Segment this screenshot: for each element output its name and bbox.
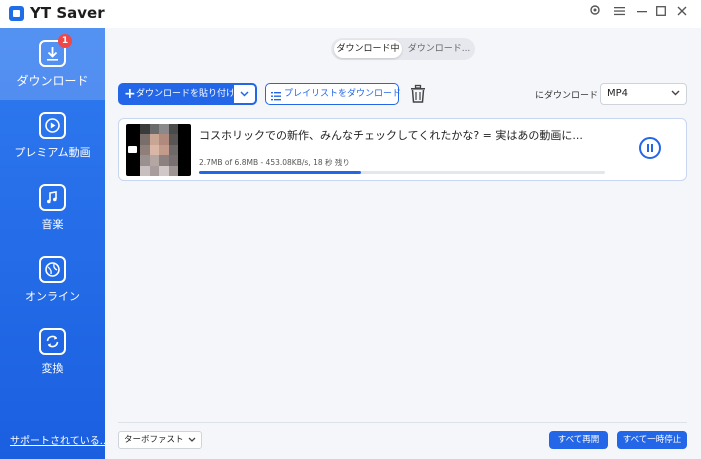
sidebar-item-label: 音楽	[41, 218, 64, 231]
sidebar-item-premium-video[interactable]: プレミアム動画	[0, 100, 105, 172]
chevron-down-icon	[671, 84, 680, 104]
video-thumbnail	[126, 124, 191, 176]
download-playlist-button[interactable]: プレイリストをダウンロード	[265, 83, 402, 105]
progress-fill	[199, 171, 362, 174]
download-to-label: にダウンロード	[535, 91, 599, 101]
title-bar: YT Saver	[0, 0, 701, 28]
chevron-down-icon[interactable]	[233, 84, 256, 104]
sidebar-item-download[interactable]: 1 ダウンロード	[0, 28, 105, 100]
supported-sites-link[interactable]: サポートされている...	[10, 432, 109, 447]
speed-mode-select[interactable]: ターボファスト	[118, 431, 202, 449]
maximize-icon[interactable]	[652, 4, 670, 22]
minimize-icon[interactable]	[633, 4, 651, 22]
paste-url-label[interactable]: ダウンロードを貼り付け	[118, 83, 235, 105]
globe-icon	[39, 256, 66, 283]
sidebar-item-label: ダウンロード	[16, 74, 89, 88]
progress-bar	[199, 171, 605, 174]
divider	[118, 422, 687, 423]
video-camera-icon	[128, 146, 137, 153]
sidebar-item-convert[interactable]: 変換	[0, 316, 105, 388]
app-logo-icon	[9, 6, 24, 21]
resume-all-button[interactable]: すべて再開	[549, 431, 608, 449]
sidebar-item-label: オンライン	[25, 290, 80, 303]
tab-downloading[interactable]: ダウンロード中	[334, 40, 402, 58]
paste-url-button[interactable]: ダウンロードを貼り付け	[118, 83, 257, 105]
download-tabs: ダウンロード中 ダウンロード...	[331, 38, 475, 60]
close-icon[interactable]	[673, 4, 691, 22]
sidebar-item-music[interactable]: 音楽	[0, 172, 105, 244]
main-panel: ダウンロード中 ダウンロード... ダウンロードを貼り付け プレイリストをダウン…	[105, 28, 701, 459]
sidebar-item-label: 変換	[41, 362, 64, 375]
trash-icon[interactable]	[409, 84, 427, 104]
play-icon	[39, 112, 66, 139]
sidebar-item-label: プレミアム動画	[14, 146, 91, 159]
tab-downloaded[interactable]: ダウンロード...	[405, 40, 473, 58]
download-count-badge: 1	[58, 34, 72, 48]
pause-all-button[interactable]: すべて一時停止	[617, 431, 687, 449]
pause-button[interactable]	[639, 137, 661, 159]
settings-gear-icon[interactable]	[586, 4, 604, 22]
download-playlist-label: プレイリストをダウンロード	[284, 89, 402, 99]
music-note-icon	[39, 184, 66, 211]
download-stats: 2.7MB of 6.8MB - 453.08KB/s, 18 秒 残り	[199, 158, 350, 167]
thumbnail-mosaic	[140, 124, 178, 176]
sidebar-item-online[interactable]: オンライン	[0, 244, 105, 316]
playlist-icon	[271, 89, 281, 109]
download-item-card: コスホリックでの新作、みんなチェックしてくれたかな? = 実はあの動画に... …	[118, 118, 687, 181]
format-select[interactable]: MP4	[600, 83, 687, 105]
app-title: YT Saver	[30, 4, 105, 22]
menu-icon[interactable]	[610, 4, 628, 22]
convert-icon	[39, 328, 66, 355]
format-value: MP4	[607, 88, 629, 99]
video-title: コスホリックでの新作、みんなチェックしてくれたかな? = 実はあの動画に...	[199, 129, 583, 142]
sidebar: 1 ダウンロード プレミアム動画 音楽 オンライン 変換 サポートされている..…	[0, 28, 109, 459]
chevron-down-icon	[188, 432, 196, 448]
speed-mode-value: ターボファスト	[124, 435, 184, 445]
